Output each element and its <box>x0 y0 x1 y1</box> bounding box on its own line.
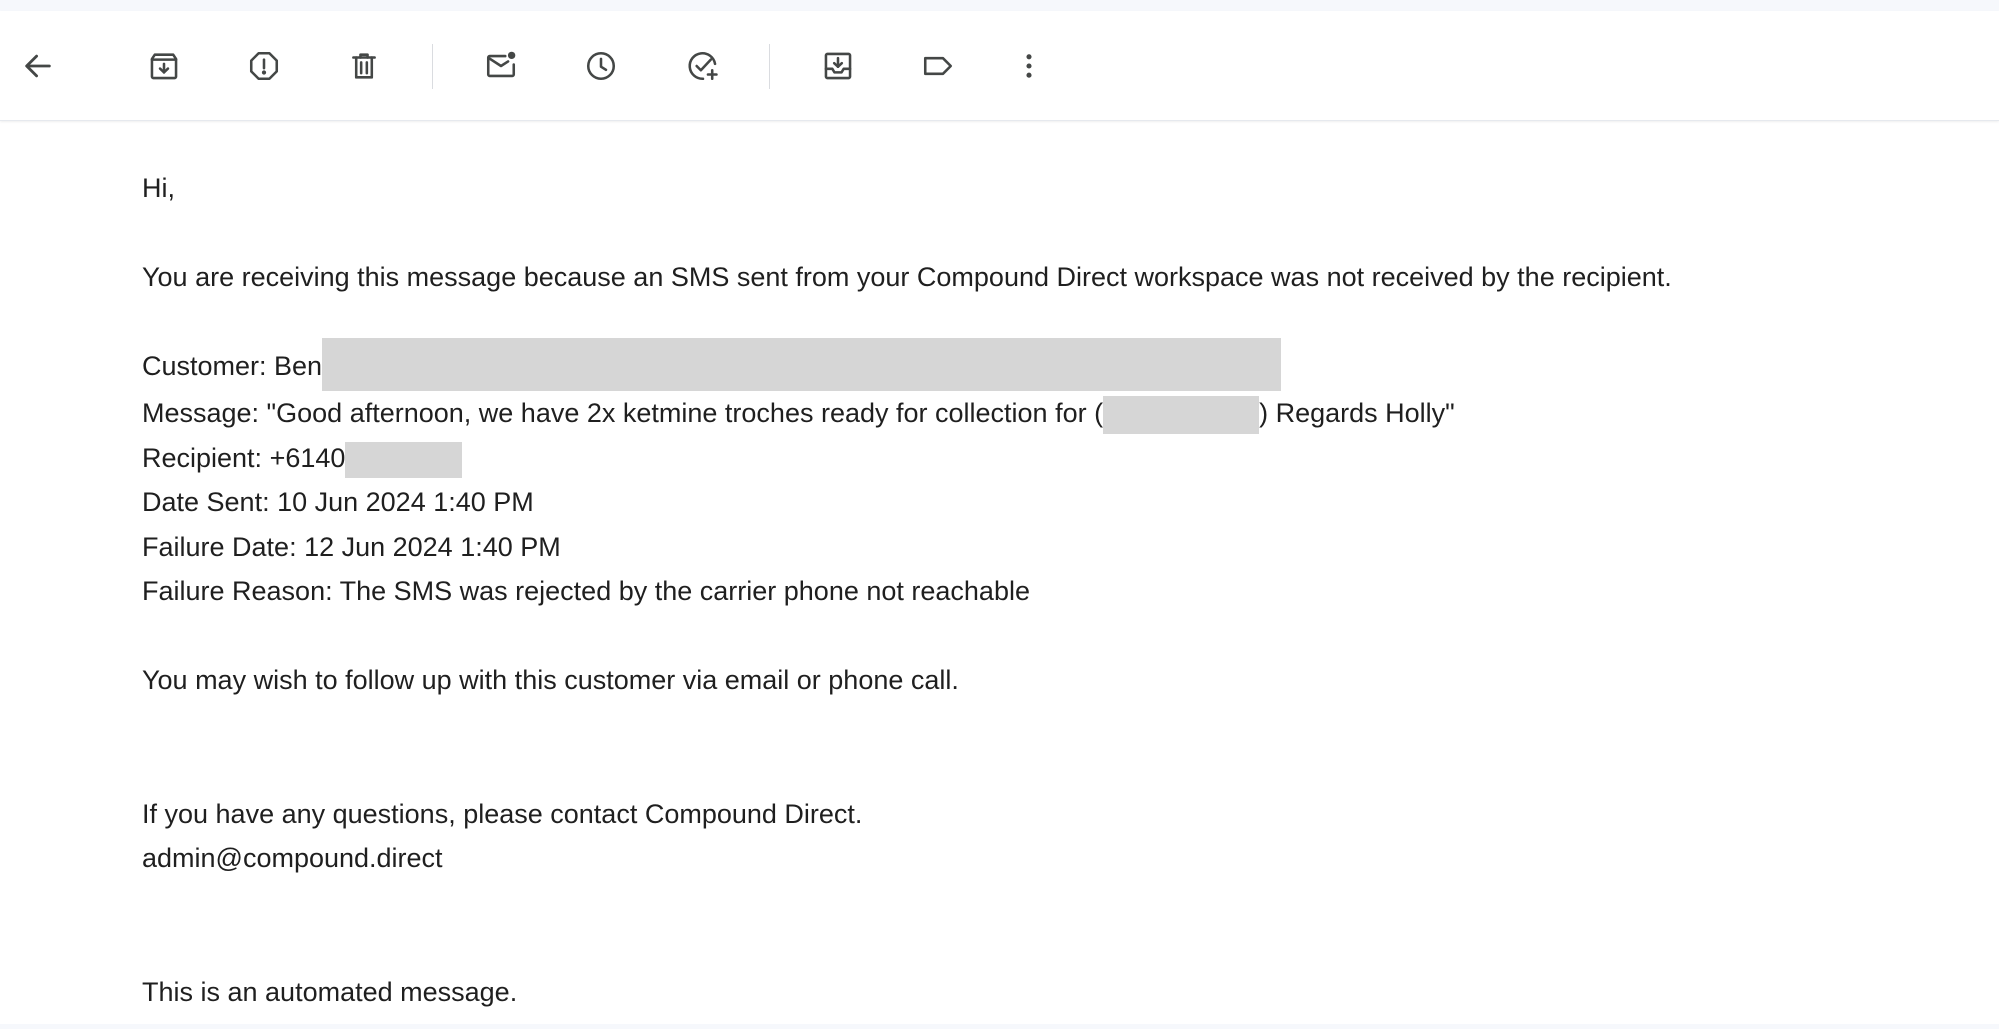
message-prefix: Message: "Good afternoon, we have 2x ket… <box>142 398 1104 429</box>
redaction-box <box>1103 396 1260 435</box>
label-icon <box>923 56 953 76</box>
move-to-icon <box>824 52 852 80</box>
redaction-box <box>322 338 1282 392</box>
toolbar-divider <box>769 44 770 89</box>
failure-date-line: Failure Date: 12 Jun 2024 1:40 PM <box>142 531 561 562</box>
questions-text: If you have any questions, please contac… <box>142 798 863 829</box>
back-button[interactable] <box>14 42 62 90</box>
recipient-line: Recipient: +6140 <box>142 436 1962 481</box>
message-line: Message: "Good afternoon, we have 2x ket… <box>142 391 1962 436</box>
report-spam-icon <box>249 51 279 81</box>
greeting-text: Hi, <box>142 173 175 203</box>
email-body: Hi, You are receiving this message becau… <box>142 166 1962 1014</box>
report-spam-button[interactable] <box>240 42 288 90</box>
message-suffix: ) Regards Holly" <box>1259 398 1455 429</box>
add-to-tasks-button[interactable] <box>679 42 727 90</box>
mark-unread-button[interactable] <box>477 42 525 90</box>
mark-unread-icon <box>486 51 516 78</box>
redaction-box <box>345 441 463 478</box>
labels-button[interactable] <box>914 42 962 90</box>
contact-email: admin@compound.direct <box>142 843 443 874</box>
follow-up-text: You may wish to follow up with this cust… <box>142 665 959 696</box>
toolbar-divider <box>432 44 433 89</box>
automated-note: This is an automated message. <box>142 976 518 1007</box>
more-vertical-icon <box>1026 54 1032 78</box>
archive-icon <box>150 53 178 80</box>
clock-icon <box>586 51 616 81</box>
add-task-icon <box>688 51 718 81</box>
customer-label: Customer: Ben <box>142 351 323 381</box>
failure-reason-line: Failure Reason: The SMS was rejected by … <box>142 576 1030 607</box>
app-top-strip <box>0 0 1999 11</box>
message-toolbar <box>0 11 1999 121</box>
move-to-button[interactable] <box>814 42 862 90</box>
more-button[interactable] <box>1005 42 1053 90</box>
arrow-left-icon <box>25 54 51 78</box>
archive-button[interactable] <box>140 42 188 90</box>
intro-text: You are receiving this message because a… <box>142 262 1672 292</box>
recipient-label: Recipient: +6140 <box>142 442 346 473</box>
app-bottom-strip <box>0 1024 1999 1029</box>
delete-button[interactable] <box>340 42 388 90</box>
trash-icon <box>352 53 376 79</box>
snooze-button[interactable] <box>577 42 625 90</box>
date-sent-line: Date Sent: 10 Jun 2024 1:40 PM <box>142 487 534 518</box>
customer-line: Customer: Ben <box>142 338 1962 392</box>
